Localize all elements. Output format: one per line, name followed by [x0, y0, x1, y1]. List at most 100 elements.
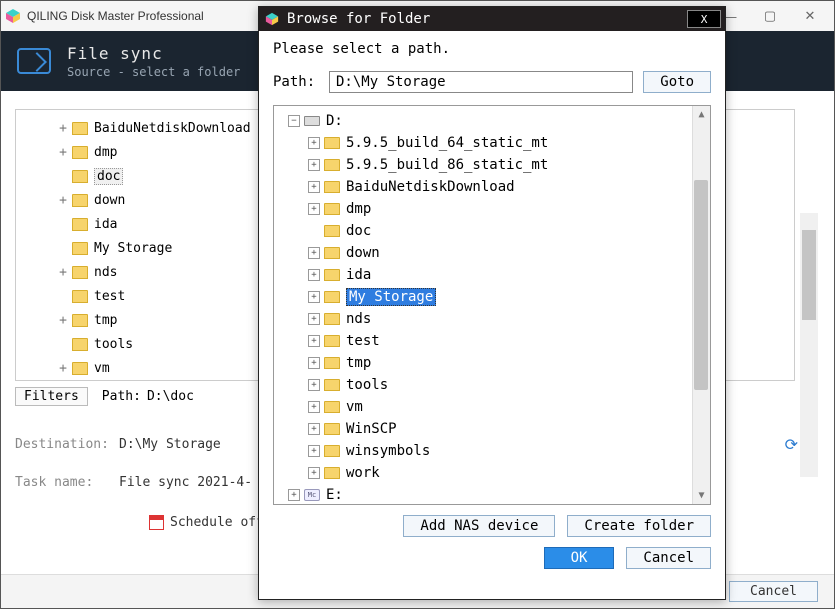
folder-icon [72, 338, 88, 351]
tree-item[interactable]: +work [280, 462, 710, 484]
tree-item-label: vm [94, 361, 110, 376]
close-button[interactable]: ✕ [790, 4, 830, 28]
folder-icon [72, 362, 88, 375]
expand-icon[interactable]: + [308, 269, 320, 281]
cancel-button[interactable]: Cancel [729, 581, 818, 602]
tree-item[interactable]: + My Storage [280, 286, 710, 308]
tree-item-label: nds [346, 311, 371, 327]
tree-item-label: down [94, 193, 125, 208]
folder-icon [72, 218, 88, 231]
tree-item[interactable]: doc [280, 220, 710, 242]
expand-icon[interactable]: + [56, 265, 70, 280]
scrollbar-thumb[interactable] [802, 230, 816, 320]
expand-icon[interactable]: + [308, 401, 320, 413]
tree-item[interactable]: +vm [280, 396, 710, 418]
expand-icon[interactable]: − [288, 115, 300, 127]
tree-scrollbar-thumb[interactable] [694, 180, 708, 390]
expand-icon[interactable]: + [308, 203, 320, 215]
tree-item[interactable]: + nds [280, 308, 710, 330]
folder-icon [324, 203, 340, 215]
expand-icon[interactable]: + [308, 357, 320, 369]
folder-icon [324, 159, 340, 171]
tree-item[interactable]: +test [280, 330, 710, 352]
expand-icon[interactable]: + [56, 121, 70, 136]
path-label: Path: [273, 74, 319, 90]
scroll-up-icon[interactable]: ▲ [693, 106, 710, 123]
tree-item-label: WinSCP [346, 421, 397, 437]
tree-scrollbar[interactable]: ▲ ▼ [692, 106, 710, 504]
expand-icon[interactable]: + [308, 159, 320, 171]
goto-button[interactable]: Goto [643, 71, 711, 93]
folder-icon [324, 269, 340, 281]
tree-item-label: E: [326, 487, 343, 503]
expand-icon[interactable]: + [308, 445, 320, 457]
folder-icon [324, 401, 340, 413]
tree-item-label: My Storage [346, 288, 436, 306]
task-name-label: Task name: [9, 475, 119, 490]
tree-item-label: tools [94, 337, 133, 352]
tree-item[interactable]: +BaiduNetdiskDownload [280, 176, 710, 198]
tree-item-label: tools [346, 377, 388, 393]
folder-icon [324, 247, 340, 259]
folder-icon [72, 146, 88, 159]
browse-folder-dialog: Browse for Folder X Please select a path… [258, 6, 726, 600]
dialog-close-button[interactable]: X [687, 10, 721, 28]
expand-icon[interactable]: + [56, 193, 70, 208]
tree-item-label: tmp [94, 313, 117, 328]
folder-icon [324, 379, 340, 391]
expand-icon[interactable]: + [308, 247, 320, 259]
expand-icon[interactable] [308, 225, 320, 237]
folder-icon [324, 313, 340, 325]
dialog-icon [265, 12, 279, 26]
tree-item[interactable]: + WinSCP [280, 418, 710, 440]
expand-icon[interactable]: + [308, 467, 320, 479]
expand-icon[interactable]: + [308, 137, 320, 149]
expand-icon[interactable]: + [308, 313, 320, 325]
tree-item-label: BaiduNetdiskDownload [94, 121, 251, 136]
tree-item[interactable]: +ida [280, 264, 710, 286]
tree-item[interactable]: +down [280, 242, 710, 264]
folder-icon [72, 242, 88, 255]
folder-icon [72, 290, 88, 303]
expand-icon[interactable]: + [56, 145, 70, 160]
expand-icon[interactable]: + [56, 313, 70, 328]
tree-item[interactable]: + tmp [280, 352, 710, 374]
folder-icon [324, 467, 340, 479]
tree-item[interactable]: + tools [280, 374, 710, 396]
tree-item[interactable]: +winsymbols [280, 440, 710, 462]
expand-icon[interactable]: + [308, 181, 320, 193]
expand-icon[interactable]: + [308, 291, 320, 303]
tree-item-label: 5.9.5_build_64_static_mt [346, 135, 548, 151]
calendar-icon [149, 515, 164, 530]
tree-item-label: tmp [346, 355, 371, 371]
expand-icon[interactable]: + [308, 423, 320, 435]
folder-icon [72, 122, 88, 135]
folder-tree[interactable]: −D:+5.9.5_build_64_static_mt+5.9.5_build… [273, 105, 711, 505]
tree-item[interactable]: +5.9.5_build_64_static_mt [280, 132, 710, 154]
path-input[interactable] [329, 71, 633, 93]
ok-button[interactable]: OK [544, 547, 615, 569]
page-subtitle: Source - select a folder [67, 65, 240, 79]
path-label: Path: [102, 389, 141, 404]
dialog-titlebar[interactable]: Browse for Folder X [259, 7, 725, 31]
folder-icon [72, 194, 88, 207]
tree-item-label: 5.9.5_build_86_static_mt [346, 157, 548, 173]
folder-icon [72, 170, 88, 183]
expand-icon[interactable]: + [288, 489, 300, 501]
add-nas-button[interactable]: Add NAS device [403, 515, 555, 537]
dialog-cancel-button[interactable]: Cancel [626, 547, 711, 569]
tree-item[interactable]: −D: [280, 110, 710, 132]
create-folder-button[interactable]: Create folder [567, 515, 711, 537]
filters-button[interactable]: Filters [15, 387, 88, 406]
refresh-icon[interactable]: ⟳ [785, 435, 798, 454]
tree-item[interactable]: +5.9.5_build_86_static_mt [280, 154, 710, 176]
maximize-button[interactable]: ▢ [750, 4, 790, 28]
expand-icon[interactable]: + [308, 379, 320, 391]
expand-icon[interactable]: + [56, 361, 70, 376]
path-value: D:\doc [147, 389, 194, 404]
tree-item[interactable]: +McE: [280, 484, 710, 505]
scroll-down-icon[interactable]: ▼ [693, 487, 710, 504]
tree-item[interactable]: +dmp [280, 198, 710, 220]
task-name-value: File sync 2021-4- [119, 475, 252, 490]
expand-icon[interactable]: + [308, 335, 320, 347]
